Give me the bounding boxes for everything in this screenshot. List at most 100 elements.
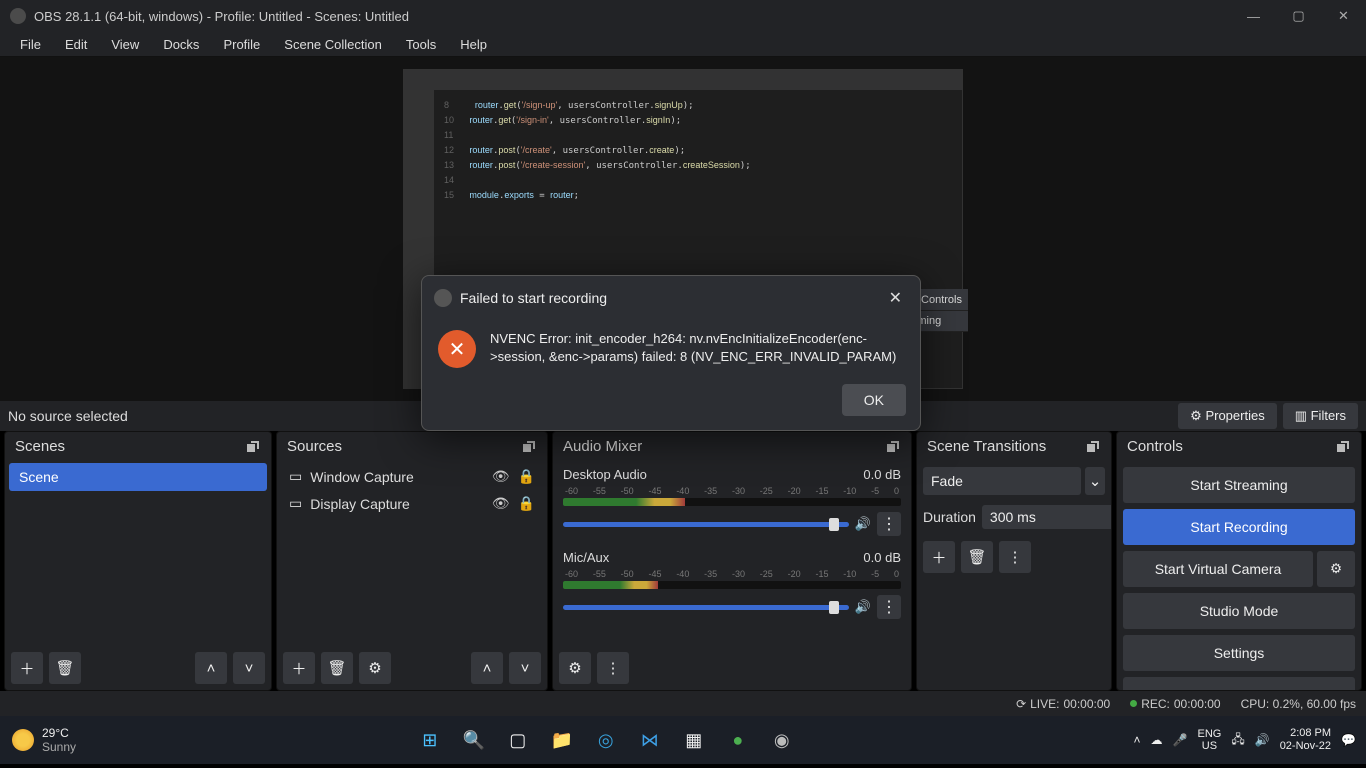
transition-dropdown-button[interactable]: ⌄ <box>1085 467 1105 495</box>
microphone-icon[interactable]: 🎤 <box>1173 733 1188 747</box>
lock-toggle[interactable]: 🔒 <box>518 468 535 485</box>
menu-file[interactable]: File <box>8 35 53 54</box>
source-properties-button[interactable]: ⚙ <box>359 652 391 684</box>
transition-add-button[interactable]: ＋ <box>923 541 955 573</box>
source-row[interactable]: ▭ Display Capture 👁 🔒 <box>281 490 543 517</box>
visibility-toggle[interactable]: 👁 <box>492 495 510 512</box>
source-label: Window Capture <box>310 469 414 485</box>
sun-icon <box>12 729 34 751</box>
popout-icon[interactable] <box>245 439 261 455</box>
network-icon: ⟳ <box>1016 697 1026 711</box>
settings-button[interactable]: Settings <box>1123 635 1355 671</box>
taskbar-search-icon[interactable]: 🔍 <box>454 720 494 760</box>
dialog-title: Failed to start recording <box>460 290 607 306</box>
tray-chevron-icon[interactable]: ˄ <box>1134 733 1141 747</box>
clock[interactable]: 2:08 PM02-Nov-22 <box>1280 727 1331 753</box>
obs-logo-icon <box>434 289 452 307</box>
start-recording-button[interactable]: Start Recording <box>1123 509 1355 545</box>
mute-button[interactable]: 🔊 <box>855 599 871 615</box>
window-minimize-button[interactable]: — <box>1231 0 1276 32</box>
popout-icon[interactable] <box>521 439 537 455</box>
selection-status: No source selected <box>8 408 128 424</box>
menu-view[interactable]: View <box>99 35 151 54</box>
transition-remove-button[interactable]: 🗑 <box>961 541 993 573</box>
obs-taskbar-icon[interactable]: ◉ <box>762 720 802 760</box>
start-virtual-camera-button[interactable]: Start Virtual Camera <box>1123 551 1313 587</box>
studio-mode-button[interactable]: Studio Mode <box>1123 593 1355 629</box>
scenes-dock: Scenes Scene ＋ 🗑 ˄ ˅ <box>4 431 272 691</box>
file-explorer-icon[interactable]: 📁 <box>542 720 582 760</box>
window-maximize-button[interactable]: ▢ <box>1276 0 1321 32</box>
channel-name: Desktop Audio <box>563 467 647 482</box>
duration-label: Duration <box>923 509 976 525</box>
menu-help[interactable]: Help <box>448 35 499 54</box>
scene-remove-button[interactable]: 🗑 <box>49 652 81 684</box>
popout-icon[interactable] <box>885 439 901 455</box>
start-button[interactable]: ⊞ <box>410 720 450 760</box>
lock-toggle[interactable]: 🔒 <box>518 495 535 512</box>
language-indicator[interactable]: ENGUS <box>1198 728 1222 752</box>
scene-down-button[interactable]: ˅ <box>233 652 265 684</box>
volume-slider[interactable] <box>563 522 849 527</box>
rec-time: 00:00:00 <box>1174 697 1221 711</box>
volume-tray-icon[interactable]: 🔊 <box>1255 733 1270 747</box>
audio-mixer-dock: Audio Mixer Desktop Audio0.0 dB -60-55-5… <box>552 431 912 691</box>
audio-meter <box>563 581 901 589</box>
window-title: OBS 28.1.1 (64-bit, windows) - Profile: … <box>34 9 409 24</box>
error-dialog: Failed to start recording ✕ ✕ NVENC Erro… <box>421 275 921 431</box>
channel-menu-button[interactable]: ⋮ <box>877 595 901 619</box>
scene-item[interactable]: Scene <box>9 463 267 491</box>
menu-profile[interactable]: Profile <box>211 35 272 54</box>
meter-scale: -60-55-50-45-40-35-30-25-20-15-10-50 <box>563 569 901 579</box>
source-add-button[interactable]: ＋ <box>283 652 315 684</box>
live-time: 00:00:00 <box>1063 697 1110 711</box>
start-streaming-button[interactable]: Start Streaming <box>1123 467 1355 503</box>
windows-taskbar: 29°CSunny ⊞ 🔍 ▢ 📁 ◎ ⋈ ▦ ● ◉ ˄ ☁ 🎤 ENGUS … <box>0 716 1366 764</box>
menu-tools[interactable]: Tools <box>394 35 448 54</box>
source-label: Display Capture <box>310 496 410 512</box>
controls-dock: Controls Start Streaming Start Recording… <box>1116 431 1362 691</box>
edge-icon[interactable]: ◎ <box>586 720 626 760</box>
popout-icon[interactable] <box>1335 439 1351 455</box>
dialog-close-button[interactable]: ✕ <box>883 284 908 312</box>
menu-edit[interactable]: Edit <box>53 35 99 54</box>
error-icon: ✕ <box>438 330 476 368</box>
mixer-menu-button[interactable]: ⋮ <box>597 652 629 684</box>
onedrive-icon[interactable]: ☁ <box>1151 733 1163 747</box>
scene-up-button[interactable]: ˄ <box>195 652 227 684</box>
mixer-title: Audio Mixer <box>563 438 642 455</box>
weather-widget[interactable]: 29°CSunny <box>0 726 88 754</box>
mongodb-icon[interactable]: ● <box>718 720 758 760</box>
network-tray-icon[interactable]: 🖧 <box>1231 730 1244 751</box>
window-close-button[interactable]: ✕ <box>1321 0 1366 32</box>
virtual-camera-settings-button[interactable]: ⚙ <box>1317 551 1355 587</box>
menu-scene-collection[interactable]: Scene Collection <box>272 35 394 54</box>
vscode-icon[interactable]: ⋈ <box>630 720 670 760</box>
source-down-button[interactable]: ˅ <box>509 652 541 684</box>
properties-button[interactable]: ⚙ Properties <box>1178 403 1277 429</box>
notifications-icon[interactable]: 💬 <box>1341 733 1356 747</box>
channel-menu-button[interactable]: ⋮ <box>877 512 901 536</box>
dialog-ok-button[interactable]: OK <box>842 384 906 416</box>
task-view-icon[interactable]: ▢ <box>498 720 538 760</box>
meter-scale: -60-55-50-45-40-35-30-25-20-15-10-50 <box>563 486 901 496</box>
mute-button[interactable]: 🔊 <box>855 516 871 532</box>
mixer-settings-button[interactable]: ⚙ <box>559 652 591 684</box>
menu-docks[interactable]: Docks <box>151 35 211 54</box>
duration-input[interactable] <box>982 505 1111 529</box>
rec-status-icon <box>1130 700 1137 707</box>
dialog-message: NVENC Error: init_encoder_h264: nv.nvEnc… <box>490 330 904 368</box>
source-row[interactable]: ▭ Window Capture 👁 🔒 <box>281 463 543 490</box>
app-icon[interactable]: ▦ <box>674 720 714 760</box>
filters-button[interactable]: ▥ Filters <box>1283 403 1358 429</box>
source-remove-button[interactable]: 🗑 <box>321 652 353 684</box>
transition-menu-button[interactable]: ⋮ <box>999 541 1031 573</box>
popout-icon[interactable] <box>1085 439 1101 455</box>
exit-button[interactable]: Exit <box>1123 677 1355 690</box>
volume-slider[interactable] <box>563 605 849 610</box>
source-up-button[interactable]: ˄ <box>471 652 503 684</box>
scene-add-button[interactable]: ＋ <box>11 652 43 684</box>
transition-select[interactable]: Fade <box>923 467 1081 495</box>
controls-title: Controls <box>1127 438 1183 455</box>
visibility-toggle[interactable]: 👁 <box>492 468 510 485</box>
